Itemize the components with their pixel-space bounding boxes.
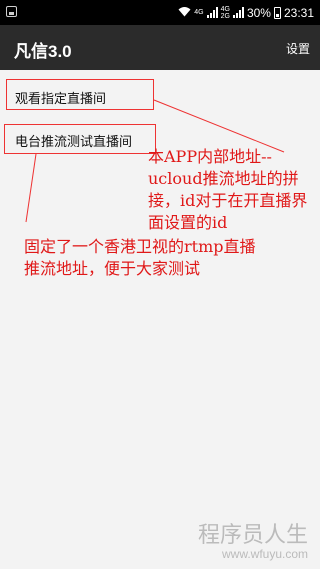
annotation-line-2	[25, 153, 37, 223]
annotation-note-2: 固定了一个香港卫视的rtmp直播推流地址，便于大家测试	[24, 237, 256, 278]
annotation-line-1	[153, 99, 285, 153]
annotation-lines	[25, 99, 285, 223]
watermark-url: www.wfuyu.com	[222, 547, 309, 561]
watermark-text: 程序员人生	[198, 523, 309, 548]
annotation-note-1: 本APP内部地址--ucloud推流地址的拼接，id对于在开直播界面设置的id	[148, 147, 308, 232]
